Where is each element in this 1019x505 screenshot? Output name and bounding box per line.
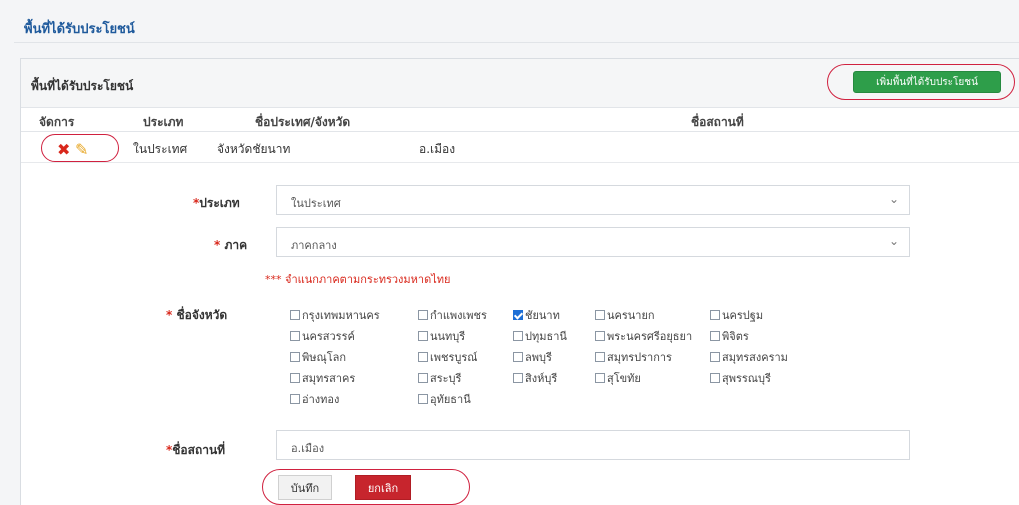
province-name: สิงห์บุรี [525,372,558,385]
column-header-place: ชื่อสถานที่ [691,115,744,129]
province-checkbox-item[interactable]: พิษณุโลก [290,348,346,366]
province-checkbox-item[interactable]: สุโขทัย [595,369,641,387]
checkbox[interactable] [290,352,300,362]
province-name: ลพบุรี [525,351,552,364]
province-checkbox-item[interactable]: นนทบุรี [418,327,465,345]
checkbox[interactable] [710,331,720,341]
province-checkbox-item[interactable]: กำแพงเพชร [418,306,487,324]
province-name: นครปฐม [722,309,764,322]
checkbox[interactable] [710,373,720,383]
province-checkbox-item[interactable]: กรุงเทพมหานคร [290,306,380,324]
save-button[interactable]: บันทึก [278,475,332,500]
chevron-down-icon: ⌄ [888,234,899,248]
province-name: นนทบุรี [430,330,466,343]
checkbox[interactable] [418,352,428,362]
region-label: * ภาค [214,238,248,252]
province-name: สมุทรสาคร [302,372,356,385]
province-name: พระนครศรีอยุธยา [607,330,693,343]
row-place: อ.เมือง [419,142,456,156]
checkbox[interactable] [290,373,300,383]
province-name: ปทุมธานี [525,330,567,343]
province-name: พิจิตร [722,330,749,343]
province-name: พิษณุโลก [302,351,347,364]
checkbox[interactable] [595,352,605,362]
column-header-province: ชื่อประเทศ/จังหวัด [255,115,351,129]
province-checkbox-item[interactable]: เพชรบูรณ์ [418,348,477,366]
type-label: *ประเภท [193,196,240,210]
province-name: กำแพงเพชร [430,309,487,322]
province-checkbox-item[interactable]: นครสวรรค์ [290,327,355,345]
checkbox[interactable] [290,331,300,341]
checkbox[interactable] [418,394,428,404]
province-name: สมุทรสงคราม [722,351,788,364]
province-checkbox-item[interactable]: สมุทรปราการ [595,348,672,366]
province-checkbox-item[interactable]: สมุทรสงคราม [710,348,788,366]
province-name: อ่างทอง [302,393,340,406]
province-name: นครนายก [607,309,655,322]
divider [14,42,1019,43]
checkbox[interactable] [418,331,428,341]
province-checkbox-item[interactable]: สระบุรี [418,369,461,387]
province-checkbox-item[interactable]: อุทัยธานี [418,390,471,408]
table-header: จัดการ ประเภท ชื่อประเทศ/จังหวัด ชื่อสถา… [21,109,1019,132]
place-input-value: อ.เมือง [291,442,325,455]
panel-title: พื้นที่ได้รับประโยชน์ [31,79,134,93]
province-name: อุทัยธานี [430,393,471,406]
province-checkbox-item[interactable]: พระนครศรีอยุธยา [595,327,692,345]
table-row: ✖ ✎ ในประเทศ จังหวัดชัยนาท อ.เมือง [21,132,1019,163]
checkbox[interactable] [513,373,523,383]
province-checkbox-item[interactable]: ลพบุรี [513,348,552,366]
province-name: สุพรรณบุรี [722,372,771,385]
province-checkbox-item[interactable]: อ่างทอง [290,390,339,408]
place-input[interactable]: อ.เมือง [276,430,910,460]
region-select-value: ภาคกลาง [291,239,337,252]
checkbox[interactable] [710,310,720,320]
checkbox[interactable] [513,352,523,362]
checkbox[interactable] [418,310,428,320]
checkbox[interactable] [595,373,605,383]
delete-icon[interactable]: ✖ [57,140,70,159]
province-name: นครสวรรค์ [302,330,355,343]
checkbox[interactable] [710,352,720,362]
province-checkbox-item[interactable]: สมุทรสาคร [290,369,355,387]
column-header-type: ประเภท [143,115,184,129]
region-note: *** จำแนกภาคตามกระทรวงมหาดไทย [265,273,451,286]
province-checkbox-item[interactable]: นครนายก [595,306,655,324]
checkbox[interactable] [513,331,523,341]
checkbox[interactable] [290,394,300,404]
province-checkbox-item[interactable]: ปทุมธานี [513,327,567,345]
type-select[interactable]: ในประเทศ ⌄ [276,185,910,215]
row-type: ในประเทศ [133,142,188,156]
province-name: ชัยนาท [525,309,560,322]
province-checkbox-item[interactable]: นครปฐม [710,306,763,324]
type-select-value: ในประเทศ [291,197,341,210]
region-select[interactable]: ภาคกลาง ⌄ [276,227,910,257]
chevron-down-icon: ⌄ [888,192,899,206]
column-header-manage: จัดการ [39,115,75,129]
row-province: จังหวัดชัยนาท [217,142,291,156]
province-name: สระบุรี [430,372,462,385]
province-label: * ชื่อจังหวัด [166,308,228,322]
pencil-icon[interactable]: ✎ [75,140,88,159]
province-checkbox-item[interactable]: สิงห์บุรี [513,369,557,387]
checkbox[interactable] [418,373,428,383]
province-name: เพชรบูรณ์ [430,351,478,364]
province-checkbox-item[interactable]: พิจิตร [710,327,749,345]
page-title: พื้นที่ได้รับประโยชน์ [24,22,135,37]
province-name: กรุงเทพมหานคร [302,309,380,322]
province-name: สมุทรปราการ [607,351,672,364]
province-name: สุโขทัย [607,372,641,385]
panel-header: พื้นที่ได้รับประโยชน์ เพิ่มพื้นที่ได้รับ… [21,59,1019,108]
province-checkbox-item[interactable]: ชัยนาท [513,306,560,324]
cancel-button[interactable]: ยกเลิก [355,475,411,500]
province-checkbox-item[interactable]: สุพรรณบุรี [710,369,771,387]
add-benefit-area-button[interactable]: เพิ่มพื้นที่ได้รับประโยชน์ [853,71,1001,93]
checkbox[interactable] [595,331,605,341]
place-label: *ชื่อสถานที่ [166,443,226,457]
checkbox[interactable] [290,310,300,320]
checkbox[interactable] [513,310,523,320]
checkbox[interactable] [595,310,605,320]
